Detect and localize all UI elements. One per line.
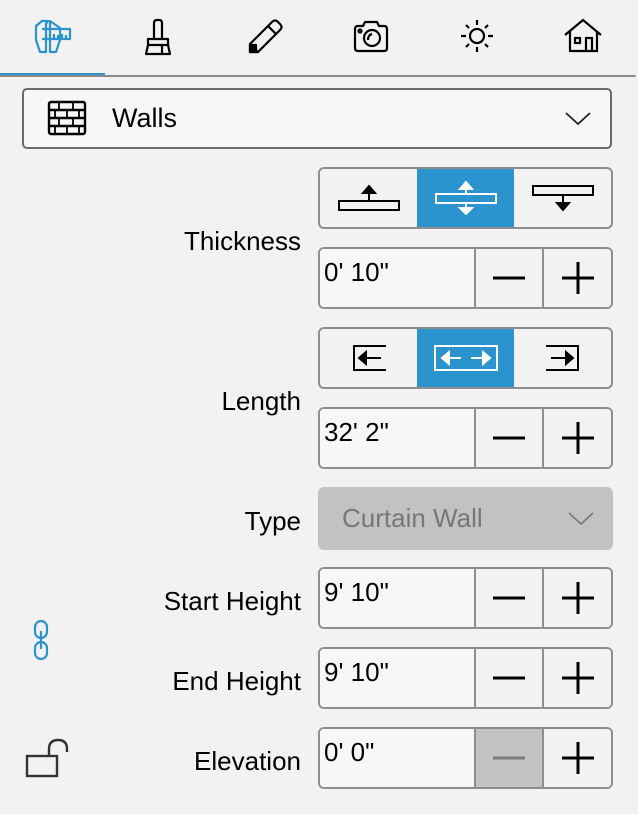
length-anchor-center-button[interactable] [417, 329, 514, 387]
length-increment-button[interactable] [544, 409, 611, 467]
pencil-icon [248, 18, 283, 53]
length-decrement-button[interactable] [475, 409, 545, 467]
tab-bar [0, 0, 638, 78]
length-stepper: 32' 2" [318, 407, 613, 469]
start-height-increment-button[interactable] [544, 569, 611, 627]
thickness-increment-button[interactable] [544, 249, 611, 307]
minus-icon [493, 676, 526, 680]
start-height-input[interactable]: 9' 10" [320, 569, 476, 627]
type-dropdown[interactable]: Curtain Wall [318, 487, 613, 550]
thickness-decrement-button[interactable] [475, 249, 545, 307]
minus-icon [493, 596, 526, 600]
length-anchor-end-button[interactable] [514, 329, 611, 387]
length-label: Length [221, 386, 301, 416]
tab-dimensions[interactable] [0, 0, 104, 75]
category-dropdown[interactable]: Walls [22, 88, 612, 149]
type-value: Curtain Wall [342, 503, 483, 533]
length-anchor-group [318, 327, 613, 389]
tab-divider [0, 75, 636, 77]
caliper-ruler-icon [34, 19, 72, 53]
house-icon [564, 18, 602, 52]
start-height-label: Start Height [163, 586, 301, 616]
thickness-label: Thickness [183, 226, 301, 256]
thickness-align-exterior-button[interactable] [320, 169, 417, 227]
unlock-icon[interactable] [25, 737, 71, 779]
minus-icon [493, 276, 526, 280]
elevation-stepper: 0' 0" [318, 727, 613, 789]
minus-icon [493, 436, 526, 440]
align-interior-icon [531, 185, 594, 212]
thickness-align-center-button[interactable] [417, 169, 514, 227]
start-height-decrement-button[interactable] [475, 569, 545, 627]
align-exterior-icon [337, 184, 400, 211]
type-label: Type [244, 506, 301, 536]
tab-building[interactable] [531, 0, 635, 75]
elevation-label: Elevation [194, 746, 301, 776]
tab-materials[interactable] [106, 0, 210, 75]
plus-icon [561, 422, 594, 454]
chevron-down-icon [568, 512, 594, 526]
plus-icon [561, 742, 594, 774]
align-center-icon [434, 181, 497, 215]
brush-icon [144, 18, 172, 55]
category-label: Walls [112, 103, 177, 133]
chevron-down-icon [565, 112, 591, 126]
plus-icon [561, 582, 594, 614]
end-height-decrement-button[interactable] [475, 649, 545, 707]
end-height-label: End Height [172, 666, 301, 696]
brick-wall-icon [47, 100, 87, 136]
anchor-center-icon [433, 345, 498, 371]
link-icon[interactable] [33, 619, 49, 661]
start-height-stepper: 9' 10" [318, 567, 613, 629]
end-height-stepper: 9' 10" [318, 647, 613, 709]
end-height-increment-button[interactable] [544, 649, 611, 707]
thickness-align-interior-button[interactable] [514, 169, 611, 227]
minus-icon [493, 756, 526, 760]
tab-camera[interactable] [319, 0, 423, 75]
thickness-alignment-group [318, 167, 613, 229]
elevation-input[interactable]: 0' 0" [320, 729, 476, 787]
tab-lighting[interactable] [425, 0, 529, 75]
plus-icon [561, 262, 594, 294]
length-input[interactable]: 32' 2" [320, 409, 476, 467]
anchor-end-icon [545, 345, 579, 371]
elevation-decrement-button[interactable] [475, 729, 545, 787]
thickness-stepper: 0' 10" [318, 247, 613, 309]
end-height-input[interactable]: 9' 10" [320, 649, 476, 707]
camera-icon [353, 20, 389, 52]
elevation-increment-button[interactable] [544, 729, 611, 787]
plus-icon [561, 662, 594, 694]
sun-icon [461, 19, 493, 52]
thickness-input[interactable]: 0' 10" [320, 249, 476, 307]
tab-edit[interactable] [212, 0, 316, 75]
anchor-start-icon [352, 345, 386, 371]
length-anchor-start-button[interactable] [320, 329, 417, 387]
